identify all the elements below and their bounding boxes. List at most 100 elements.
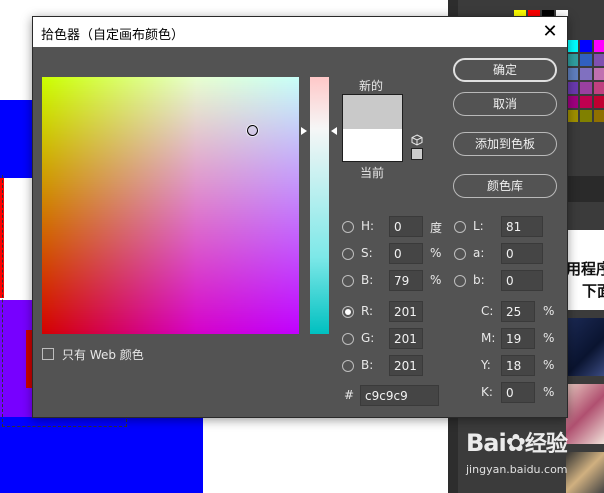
close-icon: ✕ (542, 21, 558, 42)
current-color-label: 当前 (360, 166, 385, 180)
m-row: M: % (481, 328, 561, 350)
h-unit: 度 (430, 221, 443, 235)
swatch[interactable] (594, 68, 604, 80)
hue-slider-handle-right[interactable] (331, 127, 337, 135)
dialog-title: 拾色器（自定画布颜色） (41, 28, 185, 43)
web-only-label: 只有 Web 颜色 (62, 348, 144, 362)
y-unit: % (543, 358, 555, 372)
k-input[interactable] (501, 382, 535, 403)
k-unit: % (543, 385, 555, 399)
brightness-row: B: % (342, 270, 462, 292)
s-label: S: (361, 246, 373, 260)
a-label: a: (473, 246, 485, 260)
hex-label: # (344, 388, 355, 402)
swatch[interactable] (580, 68, 592, 80)
r-label: R: (361, 304, 374, 318)
lab-b-input[interactable] (501, 270, 543, 291)
brightness-input[interactable] (389, 270, 423, 291)
m-input[interactable] (501, 328, 535, 349)
blue-radio[interactable] (342, 360, 354, 372)
watermark-logo: Bai✿经验 (466, 426, 568, 458)
hue-slider[interactable] (310, 77, 329, 334)
g-row: G: (342, 328, 442, 350)
thumbnail-image[interactable] (566, 384, 604, 444)
swatch[interactable] (594, 40, 604, 52)
g-label: G: (361, 331, 375, 345)
swatch[interactable] (594, 54, 604, 66)
l-row: L: (454, 216, 554, 238)
swatch[interactable] (580, 96, 592, 108)
blue-input[interactable] (389, 355, 423, 376)
promo-line-2: 下面 (582, 282, 604, 300)
c-input[interactable] (501, 301, 535, 322)
s-row: S: % (342, 243, 462, 265)
c-row: C: % (481, 301, 561, 323)
swatch[interactable] (580, 110, 592, 122)
websafe-color-swatch[interactable] (411, 148, 423, 160)
swatch[interactable] (580, 54, 592, 66)
c-unit: % (543, 304, 555, 318)
s-input[interactable] (389, 243, 423, 264)
l-label: L: (473, 219, 484, 233)
g-radio[interactable] (342, 333, 354, 345)
promo-line-1: 用程序 (566, 260, 604, 278)
lab-b-label: b: (473, 273, 485, 287)
cancel-button[interactable]: 取消 (453, 92, 557, 116)
hex-row: # (344, 385, 454, 407)
swatch[interactable] (580, 82, 592, 94)
r-row: R: (342, 301, 442, 323)
y-label: Y: (481, 358, 491, 372)
hue-slider-handle-left[interactable] (301, 127, 307, 135)
hex-input[interactable] (360, 385, 439, 406)
web-only-checkbox[interactable] (42, 348, 54, 360)
m-label: M: (481, 331, 496, 345)
swatch-grid (566, 40, 604, 122)
h-label: H: (361, 219, 375, 233)
a-row: a: (454, 243, 554, 265)
l-input[interactable] (501, 216, 543, 237)
lab-b-radio[interactable] (454, 275, 466, 287)
swatch[interactable] (594, 96, 604, 108)
blue-row: B: (342, 355, 442, 377)
brightness-radio[interactable] (342, 275, 354, 287)
color-field-marker[interactable] (247, 125, 258, 136)
panel-tab[interactable] (566, 176, 604, 202)
new-color-label: 新的 (359, 79, 384, 93)
h-radio[interactable] (342, 221, 354, 233)
new-color-swatch (343, 95, 402, 129)
a-input[interactable] (501, 243, 543, 264)
color-libraries-button[interactable]: 颜色库 (453, 174, 557, 198)
color-picker-dialog: 拾色器（自定画布颜色） ✕ 新的 当前 确定 取消 添加到色板 颜色库 H: 度… (32, 16, 568, 418)
swatch[interactable] (594, 82, 604, 94)
swatch[interactable] (594, 110, 604, 122)
h-input[interactable] (389, 216, 423, 237)
ok-button[interactable]: 确定 (453, 58, 557, 82)
thumbnail-image[interactable] (566, 318, 604, 376)
c-label: C: (481, 304, 494, 318)
r-radio[interactable] (342, 306, 354, 318)
a-radio[interactable] (454, 248, 466, 260)
l-radio[interactable] (454, 221, 466, 233)
canvas-blue-bottom (0, 417, 203, 493)
m-unit: % (543, 331, 555, 345)
k-row: K: % (481, 382, 561, 404)
s-unit: % (430, 246, 442, 260)
y-row: Y: % (481, 355, 561, 377)
watermark-url: jingyan.baidu.com (466, 463, 568, 476)
title-bar[interactable]: 拾色器（自定画布颜色） ✕ (33, 17, 567, 47)
color-field-bottom-gradient (42, 77, 299, 334)
cube-icon[interactable] (411, 134, 423, 146)
g-input[interactable] (389, 328, 423, 349)
add-to-swatches-button[interactable]: 添加到色板 (453, 132, 557, 156)
y-input[interactable] (501, 355, 535, 376)
thumbnail-image[interactable] (566, 452, 604, 493)
s-radio[interactable] (342, 248, 354, 260)
current-color-swatch[interactable] (343, 129, 402, 161)
r-input[interactable] (389, 301, 423, 322)
watermark-logo-text: Bai (466, 429, 507, 457)
close-button[interactable]: ✕ (539, 21, 561, 43)
swatch[interactable] (580, 40, 592, 52)
promo-text: 用程序 下面 (566, 258, 604, 302)
paw-icon: ✿ (505, 429, 526, 457)
color-field[interactable] (42, 77, 299, 334)
